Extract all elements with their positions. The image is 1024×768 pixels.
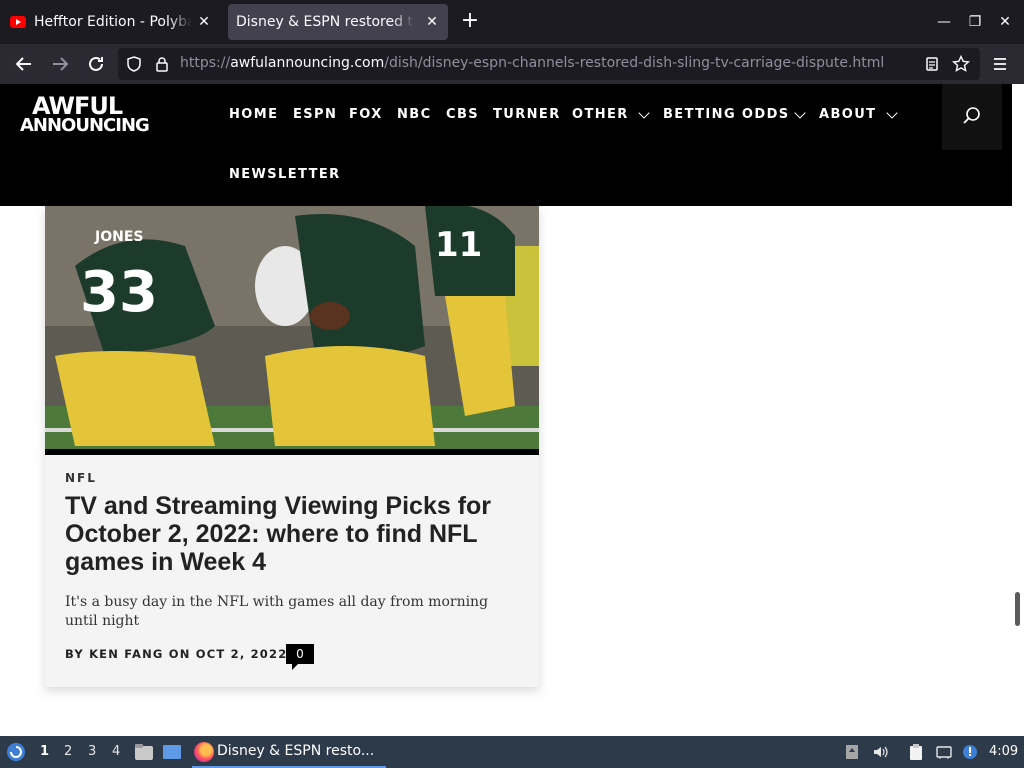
nav-nbc[interactable]: NBC bbox=[397, 107, 432, 122]
football-players-image: 33 JONES 11 bbox=[45, 206, 539, 454]
bookmark-star-icon[interactable] bbox=[952, 55, 970, 73]
chevron-down-icon[interactable] bbox=[794, 107, 806, 119]
start-menu-icon[interactable] bbox=[6, 742, 26, 762]
taskbar-task-firefox[interactable]: Disney & ESPN resto... bbox=[192, 736, 386, 768]
search-button[interactable] bbox=[942, 84, 1002, 150]
url-text[interactable]: https://awfulannouncing.com/dish/disney-… bbox=[180, 55, 884, 71]
search-icon bbox=[963, 107, 980, 124]
article-card[interactable]: 33 JONES 11 NFL TV and Streaming Viewing… bbox=[45, 206, 539, 687]
volume-icon[interactable] bbox=[872, 744, 888, 760]
desktop-icon[interactable] bbox=[162, 743, 182, 761]
article-title[interactable]: TV and Streaming Viewing Picks for Octob… bbox=[65, 492, 535, 576]
article-photo[interactable]: 33 JONES 11 bbox=[45, 206, 539, 454]
file-manager-icon[interactable] bbox=[134, 743, 154, 761]
comment-count-badge[interactable]: 0 bbox=[286, 644, 314, 670]
chevron-down-icon[interactable] bbox=[886, 107, 898, 119]
nav-turner[interactable]: TURNER bbox=[493, 107, 561, 122]
logo-line-1: AWFUL bbox=[32, 92, 123, 120]
nav-cbs[interactable]: CBS bbox=[446, 107, 479, 122]
close-tab-icon[interactable]: ✕ bbox=[424, 14, 440, 30]
jersey-name-left: JONES bbox=[94, 229, 143, 245]
forward-arrow-icon bbox=[53, 57, 69, 71]
updates-icon[interactable] bbox=[844, 744, 860, 760]
notification-icon[interactable] bbox=[962, 744, 978, 760]
navigation-toolbar: https://awfulannouncing.com/dish/disney-… bbox=[0, 44, 1024, 84]
close-tab-icon[interactable]: ✕ bbox=[196, 14, 212, 30]
article-byline: BY KEN FANG ON OCT 2, 2022 bbox=[65, 647, 288, 661]
chevron-down-icon[interactable] bbox=[638, 107, 650, 119]
minimize-button[interactable]: — bbox=[934, 12, 954, 32]
url-prefix: https:// bbox=[180, 55, 231, 71]
site-header: AWFUL ANNOUNCING HOME ESPN FOX NBC CBS T… bbox=[0, 84, 1012, 206]
browser-tab-strip: Hefftor Edition - Polybar | Li ✕ Disney … bbox=[0, 0, 1024, 44]
nav-home[interactable]: HOME bbox=[229, 107, 278, 122]
jersey-number-left: 33 bbox=[80, 260, 158, 325]
shield-icon[interactable] bbox=[126, 56, 142, 72]
workspace-3[interactable]: 3 bbox=[88, 744, 96, 759]
hamburger-menu-icon bbox=[994, 58, 1006, 70]
reload-icon bbox=[89, 56, 103, 71]
nav-about[interactable]: ABOUT bbox=[819, 107, 876, 122]
photo-divider bbox=[45, 449, 539, 455]
nav-other[interactable]: OTHER bbox=[572, 107, 629, 122]
nav-espn[interactable]: ESPN bbox=[293, 107, 337, 122]
back-arrow-icon bbox=[15, 57, 31, 71]
tab-title: Disney & ESPN restored to DISH bbox=[236, 14, 414, 30]
logo-line-2: ANNOUNCING bbox=[20, 115, 150, 136]
workspace-1[interactable]: 1 bbox=[40, 744, 49, 759]
url-bar[interactable]: https://awfulannouncing.com/dish/disney-… bbox=[118, 48, 980, 80]
nav-fox[interactable]: FOX bbox=[349, 107, 383, 122]
url-path: /dish/disney-espn-channels-restored-dish… bbox=[384, 55, 885, 71]
workspace-2[interactable]: 2 bbox=[64, 744, 72, 759]
url-host: awfulannouncing.com bbox=[230, 55, 385, 71]
reload-button[interactable] bbox=[84, 52, 108, 76]
reader-view-icon[interactable] bbox=[924, 56, 940, 72]
clipboard-icon[interactable] bbox=[908, 744, 924, 760]
task-label: Disney & ESPN resto... bbox=[217, 743, 375, 759]
youtube-icon bbox=[10, 16, 26, 28]
back-button[interactable] bbox=[12, 52, 36, 76]
tab-polybar[interactable]: Hefftor Edition - Polybar | Li ✕ bbox=[2, 4, 220, 40]
firefox-icon bbox=[194, 742, 214, 762]
tab-title: Hefftor Edition - Polybar | Li bbox=[34, 14, 192, 30]
system-taskbar: 1 2 3 4 Disney & ESPN resto... 4:09 bbox=[0, 736, 1024, 768]
page-scrollbar[interactable] bbox=[1015, 592, 1020, 626]
app-menu-button[interactable] bbox=[988, 52, 1012, 76]
jersey-number-right: 11 bbox=[435, 225, 482, 265]
workspace-4[interactable]: 4 bbox=[112, 744, 120, 759]
nav-newsletter[interactable]: NEWSLETTER bbox=[229, 167, 341, 182]
article-excerpt: It's a busy day in the NFL with games al… bbox=[65, 594, 489, 629]
site-logo[interactable]: AWFUL ANNOUNCING bbox=[20, 92, 150, 146]
new-tab-button[interactable]: + bbox=[458, 10, 482, 34]
restore-button[interactable]: ❐ bbox=[965, 12, 985, 32]
tab-disney-espn[interactable]: Disney & ESPN restored to DISH ✕ bbox=[228, 4, 448, 40]
nav-betting-odds[interactable]: BETTING ODDS bbox=[663, 107, 790, 122]
lock-icon[interactable] bbox=[154, 56, 170, 72]
network-icon[interactable] bbox=[936, 744, 952, 760]
close-window-button[interactable]: ✕ bbox=[995, 12, 1015, 32]
forward-button[interactable] bbox=[48, 52, 72, 76]
clock: 4:09 bbox=[989, 744, 1019, 759]
article-category[interactable]: NFL bbox=[65, 471, 97, 485]
